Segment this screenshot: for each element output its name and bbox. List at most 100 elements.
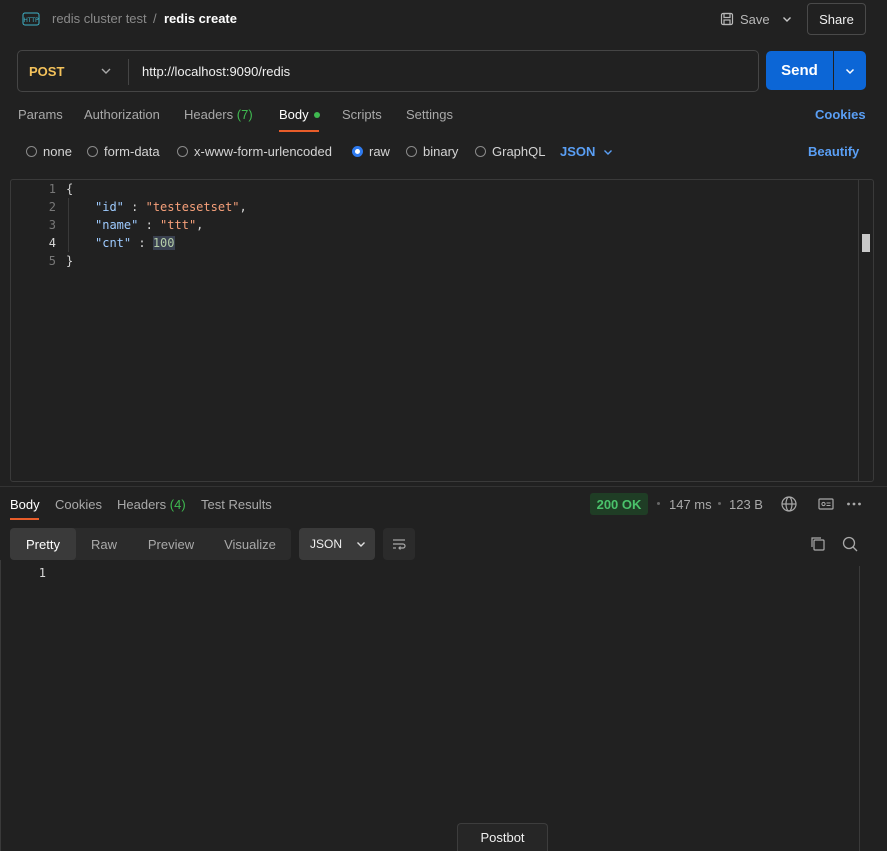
response-tab-headers-count: (4) — [169, 497, 186, 512]
breadcrumb-current[interactable]: redis create — [164, 11, 237, 26]
response-size[interactable]: 123 B — [729, 497, 763, 512]
response-scrollbar[interactable] — [859, 566, 860, 851]
view-visualize[interactable]: Visualize — [210, 528, 290, 560]
url-divider — [128, 59, 129, 85]
send-options-button[interactable] — [834, 51, 866, 90]
response-format-label: JSON — [310, 537, 343, 551]
json-number: 100 — [152, 236, 175, 250]
view-raw[interactable]: Raw — [76, 528, 132, 560]
svg-text:HTTP: HTTP — [23, 17, 39, 24]
radio-circle-selected — [352, 146, 363, 157]
active-tab-indicator — [279, 130, 319, 132]
pane-divider[interactable] — [0, 486, 887, 487]
code-text: } — [66, 254, 74, 268]
request-tabs: Params Authorization Headers (7) Body Sc… — [0, 100, 887, 132]
chevron-down-icon — [845, 68, 855, 74]
save-button[interactable]: Save — [716, 5, 774, 33]
line-number: 1 — [48, 182, 56, 196]
line-number: 2 — [48, 200, 56, 214]
radio-none[interactable]: none — [26, 144, 72, 159]
radio-urlencoded[interactable]: x-www-form-urlencoded — [177, 144, 332, 159]
copy-icon[interactable] — [809, 535, 827, 553]
tab-headers-label: Headers — [184, 107, 234, 122]
share-button[interactable]: Share — [807, 3, 866, 35]
line-number: 5 — [48, 254, 56, 268]
radio-form-data[interactable]: form-data — [87, 144, 160, 159]
tab-body[interactable]: Body — [279, 107, 320, 122]
http-icon: HTTP — [22, 12, 40, 26]
beautify-button[interactable]: Beautify — [808, 144, 859, 159]
view-pretty[interactable]: Pretty — [10, 528, 76, 560]
chevron-down-icon — [357, 542, 366, 547]
method-select[interactable]: POST — [29, 64, 64, 79]
meta-separator — [718, 502, 721, 505]
tab-headers[interactable]: Headers (7) — [184, 107, 253, 122]
radio-binary[interactable]: binary — [406, 144, 458, 159]
json-comma: , — [239, 200, 247, 214]
body-format-select[interactable]: JSON — [560, 144, 613, 159]
meta-separator — [657, 502, 660, 505]
body-format-label: JSON — [560, 144, 596, 159]
body-indicator-dot — [313, 111, 320, 118]
radio-form-data-label: form-data — [104, 144, 160, 159]
response-tab-test-results[interactable]: Test Results — [201, 497, 272, 512]
radio-circle — [26, 146, 37, 157]
view-preview[interactable]: Preview — [134, 528, 208, 560]
json-comma: , — [196, 218, 204, 232]
url-bar: POST http://localhost:9090/redis — [17, 50, 759, 92]
status-badge[interactable]: 200 OK — [590, 493, 648, 515]
json-separator: : — [131, 236, 153, 250]
globe-icon[interactable] — [780, 495, 798, 513]
response-format-select[interactable]: JSON — [299, 528, 375, 560]
line-number: 3 — [48, 218, 56, 232]
tab-authorization[interactable]: Authorization — [84, 107, 160, 122]
radio-graphql-label: GraphQL — [492, 144, 546, 159]
radio-circle — [177, 146, 188, 157]
code-text: { — [66, 182, 74, 196]
tab-settings[interactable]: Settings — [406, 107, 453, 122]
json-key: "id" — [95, 200, 124, 214]
response-tab-headers-label: Headers — [117, 497, 167, 512]
radio-circle — [406, 146, 417, 157]
code-text: "cnt" : 100 — [95, 234, 175, 252]
response-time[interactable]: 147 ms — [669, 497, 712, 512]
search-icon[interactable] — [841, 535, 859, 553]
tab-params[interactable]: Params — [18, 107, 63, 122]
save-options-button[interactable] — [775, 5, 799, 33]
json-key: "name" — [95, 218, 139, 232]
url-input[interactable]: http://localhost:9090/redis — [142, 64, 290, 79]
radio-graphql[interactable]: GraphQL — [475, 144, 545, 159]
editor-scrollbar[interactable] — [858, 179, 874, 482]
response-tab-body[interactable]: Body — [10, 497, 40, 512]
cookies-link[interactable]: Cookies — [815, 107, 866, 122]
code-text: "id" : "testesetset", — [95, 198, 247, 216]
response-tab-headers[interactable]: Headers (4) — [117, 497, 186, 512]
postbot-button[interactable]: Postbot — [457, 823, 548, 851]
active-response-tab-indicator — [10, 518, 39, 520]
body-type-options: none form-data x-www-form-urlencoded raw… — [0, 140, 887, 162]
save-label: Save — [740, 11, 770, 27]
scrollbar-thumb[interactable] — [862, 234, 870, 252]
json-separator: : — [123, 200, 146, 214]
radio-raw[interactable]: raw — [352, 144, 390, 159]
wrap-lines-button[interactable] — [383, 528, 415, 560]
save-response-icon[interactable] — [817, 495, 835, 513]
radio-raw-label: raw — [369, 144, 390, 159]
chevron-down-icon[interactable] — [98, 63, 114, 79]
more-options-icon[interactable] — [845, 495, 863, 513]
radio-circle — [475, 146, 486, 157]
json-separator: : — [138, 218, 161, 232]
code-text: "name" : "ttt", — [95, 216, 203, 234]
panel-border — [0, 560, 1, 851]
json-string: "ttt" — [160, 218, 197, 232]
breadcrumb-parent[interactable]: redis cluster test — [52, 11, 147, 26]
tab-headers-count: (7) — [236, 107, 253, 122]
chevron-down-icon — [783, 17, 791, 22]
send-button[interactable]: Send — [766, 51, 833, 90]
json-key: "cnt" — [95, 236, 132, 250]
radio-none-label: none — [43, 144, 72, 159]
tab-scripts[interactable]: Scripts — [342, 107, 382, 122]
wrap-lines-icon — [393, 539, 406, 550]
line-number-active: 4 — [48, 236, 56, 250]
response-tab-cookies[interactable]: Cookies — [55, 497, 102, 512]
